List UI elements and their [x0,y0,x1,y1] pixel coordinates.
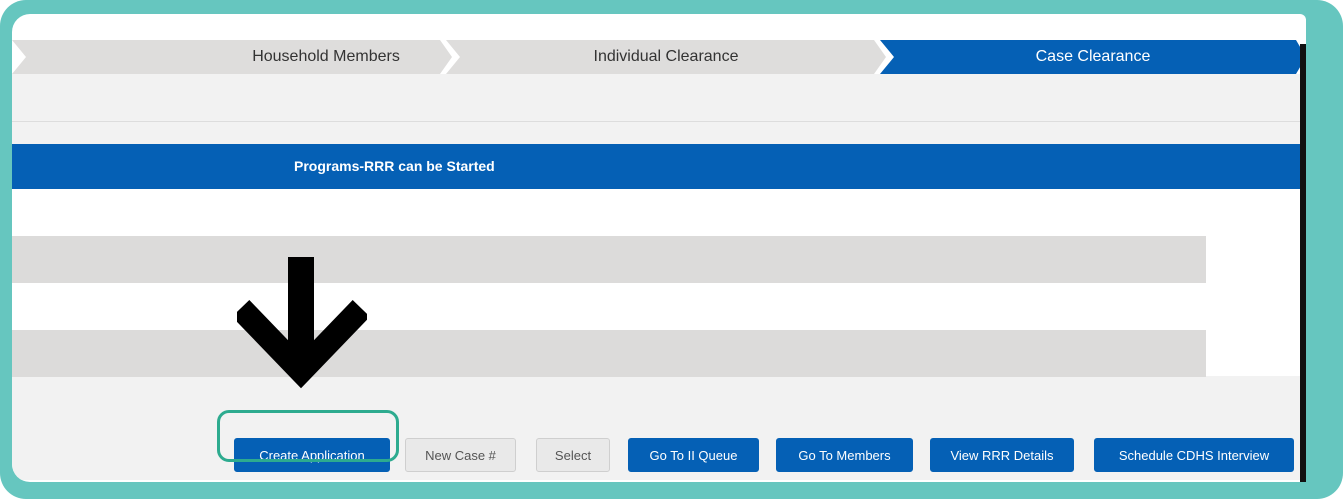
divider [12,121,1306,122]
table-row [12,236,1206,283]
view-rrr-details-button[interactable]: View RRR Details [930,438,1074,472]
results-panel [12,189,1306,377]
table-row [12,330,1206,377]
highlight-outline [217,410,399,462]
go-to-members-button[interactable]: Go To Members [776,438,913,472]
new-case-button[interactable]: New Case # [405,438,516,472]
step-label: Household Members [252,48,400,65]
section-header: Programs-RRR can be Started [12,144,1306,189]
go-to-ii-queue-button[interactable]: Go To II Queue [628,438,759,472]
down-arrow-icon [237,257,367,389]
select-button[interactable]: Select [536,438,610,472]
step-household-members[interactable]: Household Members [12,40,452,74]
step-case-clearance[interactable]: Case Clearance [880,40,1306,74]
screenshot-frame: Household Members Individual Clearance C… [0,0,1343,499]
section-title: Programs-RRR can be Started [294,158,495,174]
action-bar: Create Application New Case # Select Go … [12,438,1306,474]
app-window: Household Members Individual Clearance C… [12,14,1306,482]
step-label: Individual Clearance [593,48,739,65]
wizard-steps: Household Members Individual Clearance C… [12,40,1306,74]
step-label: Case Clearance [1035,48,1151,65]
window-edge [1300,44,1306,482]
schedule-cdhs-interview-button[interactable]: Schedule CDHS Interview [1094,438,1294,472]
step-individual-clearance[interactable]: Individual Clearance [446,40,886,74]
